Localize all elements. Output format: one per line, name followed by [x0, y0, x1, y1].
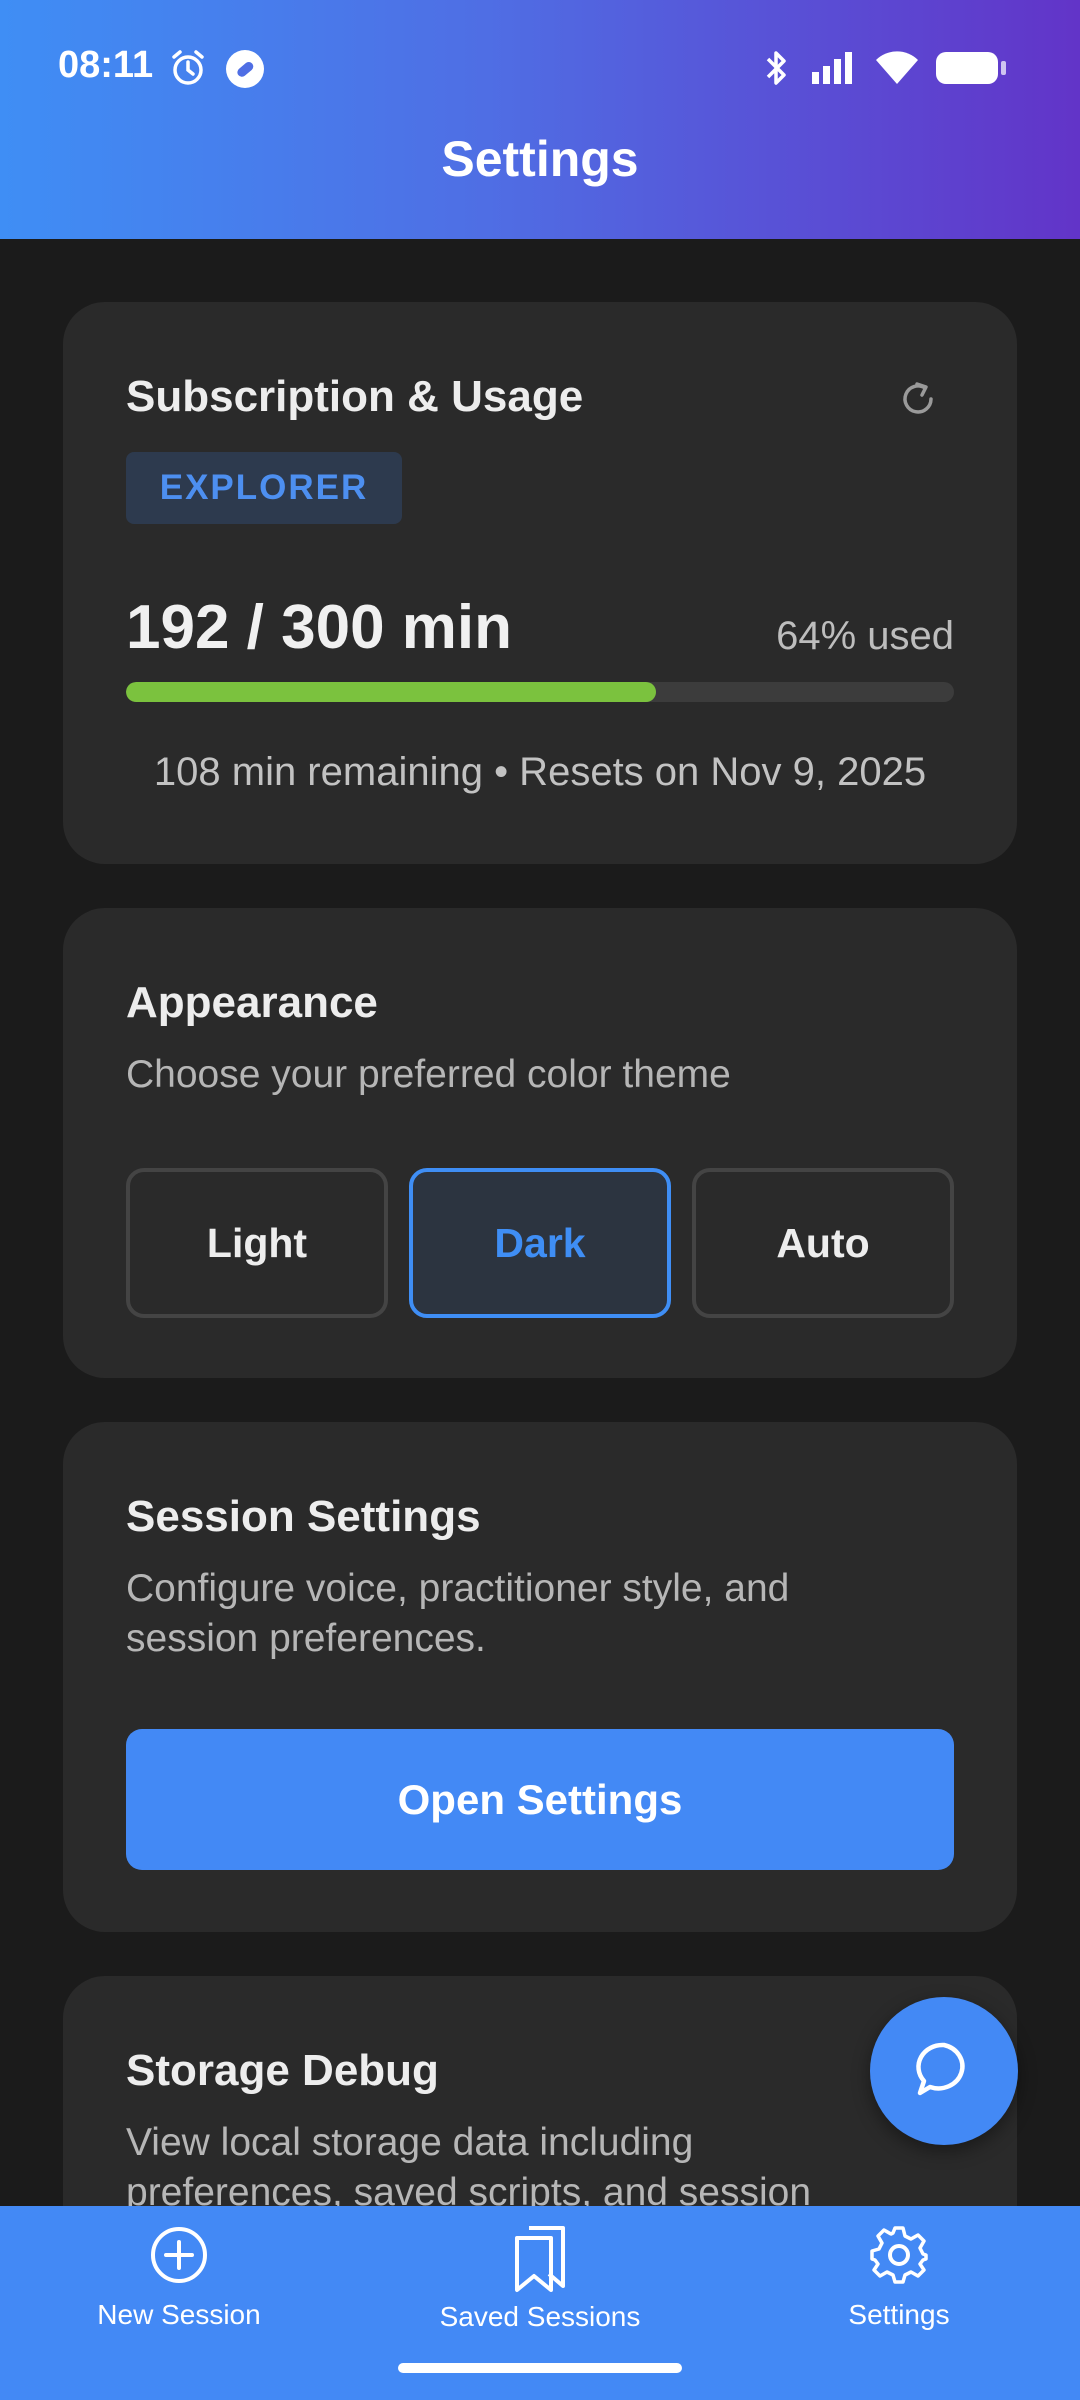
home-indicator — [398, 2363, 682, 2373]
session-settings-card: Session Settings Configure voice, practi… — [63, 1422, 1017, 1932]
plan-badge: EXPLORER — [126, 452, 402, 524]
bookmarks-icon — [509, 2224, 571, 2299]
usage-remaining-text: 108 min remaining • Resets on Nov 9, 202… — [153, 750, 927, 794]
appearance-title: Appearance — [126, 978, 378, 1027]
usage-progress-fill — [126, 682, 656, 702]
page-title: Settings — [441, 131, 639, 187]
status-time: 08:11 — [58, 44, 154, 86]
usage-progress-bar — [126, 682, 954, 702]
subscription-card: Subscription & Usage EXPLORER 192 / 300 … — [63, 302, 1017, 864]
nav-settings[interactable]: Settings — [749, 2224, 1049, 2354]
app-notification-icon — [224, 48, 266, 95]
usage-percent: 64% used — [776, 614, 954, 658]
bluetooth-icon — [762, 48, 790, 93]
appearance-subtitle: Choose your preferred color theme — [126, 1053, 731, 1096]
gear-icon — [868, 2224, 930, 2291]
refresh-icon[interactable] — [895, 376, 941, 427]
theme-option-auto[interactable]: Auto — [692, 1168, 954, 1318]
session-settings-subtitle-line2: session preferences. — [126, 1617, 486, 1660]
chat-bubble-icon — [912, 2037, 976, 2106]
session-settings-subtitle: Configure voice, practitioner style, and… — [126, 1564, 789, 1664]
nav-saved-sessions[interactable]: Saved Sessions — [390, 2224, 690, 2354]
theme-option-dark[interactable]: Dark — [409, 1168, 671, 1318]
usage-minutes: 192 / 300 min — [126, 593, 513, 662]
battery-icon — [934, 48, 1008, 93]
subscription-title: Subscription & Usage — [126, 372, 584, 421]
session-settings-title: Session Settings — [126, 1492, 481, 1541]
chat-fab-button[interactable] — [870, 1997, 1018, 2145]
alarm-icon — [168, 48, 208, 93]
nav-new-session[interactable]: New Session — [29, 2224, 329, 2354]
wifi-icon — [874, 48, 920, 93]
header: 08:11 Settings — [0, 0, 1080, 239]
nav-settings-label: Settings — [848, 2299, 950, 2330]
appearance-card: Appearance Choose your preferred color t… — [63, 908, 1017, 1378]
storage-debug-subtitle: View local storage data including prefer… — [126, 2118, 811, 2218]
nav-saved-sessions-label: Saved Sessions — [439, 2301, 641, 2332]
theme-option-light[interactable]: Light — [126, 1168, 388, 1318]
session-settings-subtitle-line1: Configure voice, practitioner style, and — [126, 1567, 790, 1610]
plus-circle-icon — [148, 2224, 210, 2291]
nav-new-session-label: New Session — [97, 2299, 261, 2330]
signal-icon — [810, 48, 858, 93]
storage-debug-title: Storage Debug — [126, 2046, 439, 2095]
status-bar: 08:11 — [0, 0, 1080, 136]
storage-debug-subtitle-line1: View local storage data including — [126, 2121, 694, 2164]
open-settings-button[interactable]: Open Settings — [126, 1729, 954, 1870]
